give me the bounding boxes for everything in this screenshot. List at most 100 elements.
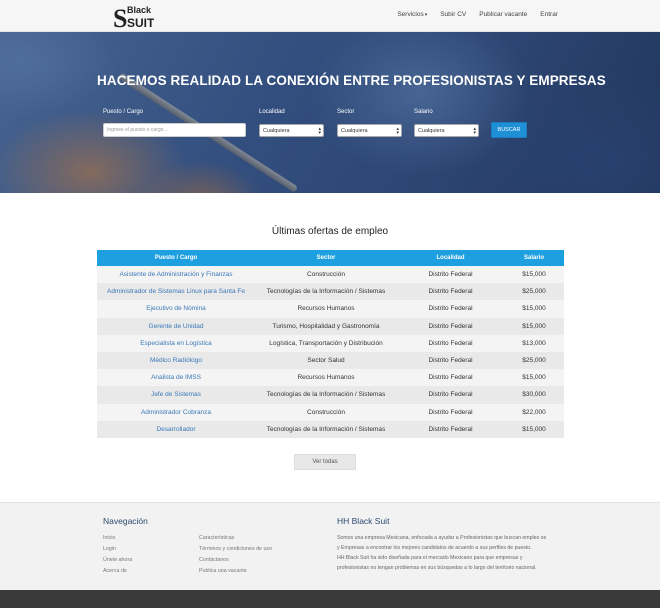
job-salary: $25,000 (504, 283, 564, 301)
footer-link-inicio[interactable]: Inicio (103, 535, 115, 541)
job-sector: Sector Salud (255, 351, 397, 370)
footer-about-title: HH Black Suit (337, 516, 390, 526)
table-row: Gerente de Unidad Turismo, Hospitalidad … (97, 317, 564, 335)
job-title-link[interactable]: Administrador de Sistemas Linux para San… (97, 283, 255, 301)
job-location: Distrito Federal (397, 300, 504, 318)
job-title-link[interactable]: Asistente de Administración y Finanzas (97, 266, 255, 284)
top-navbar: S Black SUIT Servicios▾ Subir CV Publica… (0, 0, 660, 32)
footer-link-contactanos[interactable]: Contáctanos (199, 557, 229, 563)
job-location: Distrito Federal (397, 283, 504, 301)
job-location: Distrito Federal (397, 386, 504, 404)
puesto-input[interactable] (103, 123, 246, 137)
column-header-salario: Salario (504, 250, 564, 266)
bottom-bar (0, 590, 660, 608)
job-sector: Construcción (255, 266, 397, 284)
job-sector: Construcción (255, 403, 397, 421)
table-row: Ejecutivo de Nómina Recursos Humanos Dis… (97, 300, 564, 318)
table-row: Administrador Cobranza Construcción Dist… (97, 403, 564, 421)
footer-link-publica-vacante[interactable]: Publica una vacante (199, 568, 247, 574)
select-arrows-icon: ▴ ▾ (318, 126, 321, 136)
job-sector: Logística, Transportación y Distribución (255, 334, 397, 352)
footer-link-caracteristicas[interactable]: Características (199, 535, 234, 541)
job-title-link[interactable]: Ejecutivo de Nómina (97, 300, 255, 318)
job-title-link[interactable]: Administrador Cobranza (97, 403, 255, 421)
job-title-link[interactable]: Especialista en Logística (97, 334, 255, 352)
sector-select[interactable]: Cualquiera ▴ ▾ (337, 124, 402, 137)
job-location: Distrito Federal (397, 403, 504, 421)
sector-label: Sector (337, 109, 355, 115)
job-location: Distrito Federal (397, 351, 504, 370)
jobs-section-title: Últimas ofertas de empleo (271, 226, 389, 237)
job-location: Distrito Federal (397, 369, 504, 387)
about-text-line: y Empresas a encontrar los mejores candi… (337, 545, 532, 551)
table-row: Médico Radiólogo Sector Salud Distrito F… (97, 351, 564, 370)
job-salary: $15,000 (504, 317, 564, 335)
logo-s-letter: S (113, 4, 127, 30)
localidad-select[interactable]: Cualquiera ▴ ▾ (259, 124, 324, 137)
hero-banner (0, 32, 660, 193)
job-sector: Tecnologías de la Información / Sistemas (255, 420, 397, 438)
job-title-link[interactable]: Jefe de Sistemas (97, 386, 255, 404)
select-arrows-icon: ▴ ▾ (473, 126, 476, 136)
footer-link-acerca[interactable]: Acerca de (103, 568, 127, 574)
ver-todas-button[interactable]: Ver todas (294, 454, 356, 470)
job-location: Distrito Federal (397, 266, 504, 284)
footer: Navegación Inicio Login Únete ahora Acer… (0, 502, 660, 590)
about-text-line: Somos una empresa Mexicana, enfocada a a… (337, 535, 547, 541)
nav-subir-cv[interactable]: Subir CV (440, 11, 466, 18)
job-title-link[interactable]: Gerente de Unidad (97, 317, 255, 335)
footer-link-unete[interactable]: Únete ahora (103, 557, 132, 563)
localidad-label: Localidad (259, 109, 285, 115)
job-salary: $15,000 (504, 300, 564, 318)
table-row: Desarrollador Tecnologías de la Informac… (97, 420, 564, 438)
logo-mark: S Black SUIT (113, 4, 154, 30)
job-salary: $22,000 (504, 403, 564, 421)
chevron-down-icon: ▾ (424, 12, 428, 18)
job-location: Distrito Federal (397, 317, 504, 335)
hero-title: HACEMOS REALIDAD LA CONEXIÓN ENTRE PROFE… (97, 73, 606, 88)
job-salary: $15,000 (504, 420, 564, 438)
buscar-button[interactable]: BUSCAR (491, 122, 527, 138)
footer-link-terminos[interactable]: Términos y condiciones de uso (199, 546, 272, 552)
salario-label: Salario (414, 109, 433, 115)
job-salary: $15,000 (504, 369, 564, 387)
nav-entrar[interactable]: Entrar (540, 11, 558, 18)
job-sector: Tecnologías de la Información / Sistemas (255, 386, 397, 404)
table-row: Administrador de Sistemas Linux para San… (97, 283, 564, 301)
job-salary: $25,000 (504, 351, 564, 370)
sector-select-value: Cualquiera (341, 128, 368, 134)
logo-line2: SUIT (127, 16, 154, 30)
job-location: Distrito Federal (397, 334, 504, 352)
nav-servicios[interactable]: Servicios▾ (397, 11, 427, 18)
puesto-label: Puesto / Cargo (103, 109, 144, 115)
job-title-link[interactable]: Médico Radiólogo (97, 351, 255, 370)
table-row: Especialista en Logística Logística, Tra… (97, 334, 564, 352)
jobs-table: Puesto / Cargo Sector Localidad Salario … (97, 250, 564, 438)
nav-publicar-vacante[interactable]: Publicar vacante (479, 11, 527, 18)
salario-select-value: Cualquiera (418, 128, 445, 134)
nav-links: Servicios▾ Subir CV Publicar vacante Ent… (384, 11, 558, 18)
salario-select[interactable]: Cualquiera ▴ ▾ (414, 124, 479, 137)
table-row: Jefe de Sistemas Tecnologías de la Infor… (97, 386, 564, 404)
job-salary: $13,000 (504, 334, 564, 352)
table-row: Asistente de Administración y Finanzas C… (97, 266, 564, 284)
column-header-puesto: Puesto / Cargo (97, 250, 255, 266)
black-suit-logo[interactable]: S Black SUIT (112, 2, 154, 30)
logo-line1: Black (127, 5, 152, 15)
footer-link-login[interactable]: Login (103, 546, 116, 552)
job-sector: Recursos Humanos (255, 369, 397, 387)
table-header-row: Puesto / Cargo Sector Localidad Salario (97, 250, 564, 266)
job-title-link[interactable]: Analista de IMSS (97, 369, 255, 387)
job-title-link[interactable]: Desarrollador (97, 420, 255, 438)
job-salary: $15,000 (504, 266, 564, 284)
hero-overlay (0, 32, 660, 193)
footer-nav-title: Navegación (103, 516, 148, 526)
about-text-line: profesionistas no tengan problemas en su… (337, 565, 537, 571)
about-text-line: HH Black Suit ha sido diseñada para el m… (337, 555, 523, 561)
select-arrows-icon: ▴ ▾ (396, 126, 399, 136)
job-sector: Recursos Humanos (255, 300, 397, 318)
localidad-select-value: Cualquiera (263, 128, 290, 134)
table-row: Analista de IMSS Recursos Humanos Distri… (97, 369, 564, 387)
job-sector: Turismo, Hospitalidad y Gastronomía (255, 317, 397, 335)
column-header-localidad: Localidad (397, 250, 504, 266)
